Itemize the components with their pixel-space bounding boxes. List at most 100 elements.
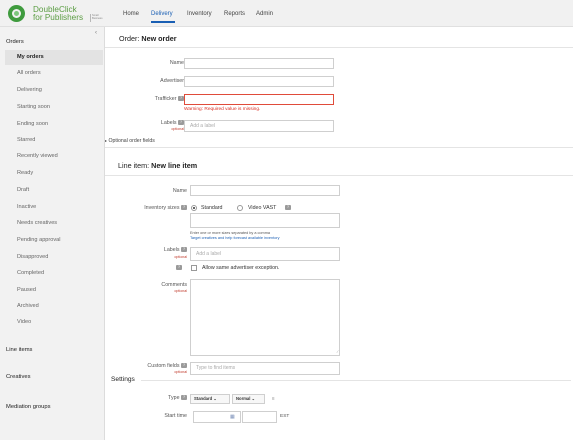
allow-exception-checkbox[interactable] [191, 265, 197, 271]
nav-inventory[interactable]: Inventory [187, 11, 212, 17]
line-item-labels-optional: optional [174, 255, 187, 259]
sidebar-item-starred[interactable]: Starred [5, 133, 103, 148]
sidebar-section-creatives[interactable]: Creatives [6, 374, 30, 380]
comments-textarea[interactable]: ∕ [190, 279, 340, 356]
type-select[interactable]: Standard ⌄ [190, 394, 230, 404]
nav-admin[interactable]: Admin [256, 11, 273, 17]
order-title-name: New order [141, 34, 177, 43]
line-item-title: Line item: New line item [118, 161, 197, 170]
settings-divider [141, 380, 571, 381]
order-labels-label: Labels ? [161, 120, 184, 126]
help-icon[interactable]: ? [181, 205, 187, 211]
nav-delivery[interactable]: Delivery [151, 11, 173, 17]
order-title-prefix: Order: [119, 34, 140, 43]
size-type-video-vast-radio[interactable] [237, 205, 243, 211]
chevron-down-icon: ⌄ [251, 396, 256, 401]
nav-reports[interactable]: Reports [224, 11, 245, 17]
advertiser-input[interactable] [184, 76, 334, 87]
order-labels-placeholder: Add a label [190, 123, 216, 129]
sidebar: ‹ Orders My orders All orders Delivering… [0, 27, 105, 440]
logo-tagline: Small Business [92, 14, 103, 20]
optional-order-fields-toggle[interactable]: ▸ Optional order fields [105, 138, 155, 144]
start-date-input[interactable]: ▦ [193, 411, 241, 423]
trafficker-warning: Warning: Required value is missing. [184, 107, 261, 112]
chevron-down-icon: ⌄ [213, 396, 217, 401]
sidebar-item-video[interactable]: Video [5, 315, 103, 330]
help-icon[interactable]: ? [181, 247, 187, 253]
settings-title: Settings [111, 376, 135, 383]
advertiser-label: Advertiser [160, 78, 184, 84]
custom-fields-optional: optional [174, 370, 187, 374]
sidebar-item-pending-approval[interactable]: Pending approval [5, 233, 103, 248]
custom-fields-input[interactable]: Type to find items [190, 362, 340, 375]
sidebar-item-draft[interactable]: Draft [5, 183, 103, 198]
inventory-sizes-label-text: Inventory sizes [144, 205, 180, 211]
line-item-labels-input[interactable]: Add a label [190, 247, 340, 261]
line-item-name-label: Name [172, 188, 187, 194]
sidebar-item-starting-soon[interactable]: Starting soon [5, 100, 103, 115]
size-type-standard-radio[interactable] [191, 205, 197, 211]
caret-right-icon: ▸ [105, 138, 108, 143]
order-title-divider [105, 47, 573, 48]
sidebar-item-archived[interactable]: Archived [5, 299, 103, 314]
size-type-video-vast-label: Video VAST [248, 205, 277, 211]
inventory-sizes-label: Inventory sizes ? [144, 205, 187, 211]
priority-select[interactable]: Normal ⌄ [232, 394, 265, 404]
nav-home[interactable]: Home [123, 11, 139, 17]
resize-handle-icon[interactable]: ∕ [337, 349, 338, 354]
sidebar-item-disapproved[interactable]: Disapproved [5, 250, 103, 265]
chevron-left-icon[interactable]: ‹ [95, 30, 97, 36]
order-section-divider [105, 147, 573, 148]
sidebar-item-all-orders[interactable]: All orders [5, 66, 103, 81]
dfp-logo-icon [8, 5, 25, 22]
custom-fields-label: Custom fields ? [147, 363, 187, 369]
dfp-logo[interactable]: DoubleClick for Publishers Small Busines… [8, 5, 103, 23]
order-labels-optional: optional [171, 127, 184, 131]
trafficker-input[interactable] [184, 94, 334, 105]
sidebar-item-ready[interactable]: Ready [5, 166, 103, 181]
calendar-icon[interactable]: ▦ [230, 413, 235, 422]
main-content: Order: New order Name Advertiser Traffic… [105, 27, 573, 440]
sidebar-item-my-orders[interactable]: My orders [5, 50, 103, 65]
help-icon[interactable]: ? [176, 265, 182, 270]
inventory-sizes-input[interactable] [190, 213, 340, 228]
order-name-input[interactable] [184, 58, 334, 69]
custom-fields-label-text: Custom fields [147, 363, 180, 369]
sizes-hint: Enter one or more sizes separated by a c… [190, 231, 270, 235]
line-item-labels-label: Labels ? [164, 247, 187, 253]
comments-optional: optional [174, 289, 187, 293]
sidebar-section-line-items[interactable]: Line items [6, 347, 32, 353]
allow-exception-label: Allow same advertiser exception. [202, 265, 280, 271]
custom-fields-placeholder: Type to find items [196, 365, 236, 371]
help-icon[interactable]: ? [181, 395, 187, 401]
line-item-title-divider [105, 175, 573, 176]
line-item-labels-placeholder: Add a label [196, 251, 222, 257]
sidebar-item-delivering[interactable]: Delivering [5, 83, 103, 98]
start-time-input[interactable] [242, 411, 277, 423]
sidebar-item-completed[interactable]: Completed [5, 266, 103, 281]
sidebar-item-inactive[interactable]: Inactive [5, 200, 103, 215]
type-label-text: Type [168, 395, 180, 401]
size-type-standard-label: Standard [201, 205, 223, 211]
line-item-title-prefix: Line item: [118, 161, 150, 170]
sidebar-section-mediation-groups[interactable]: Mediation groups [6, 404, 50, 410]
help-icon[interactable]: ? [181, 363, 187, 369]
start-time-label: Start time [164, 413, 187, 419]
type-label: Type ? [168, 395, 187, 401]
priority-select-value: Normal [236, 396, 251, 401]
sidebar-item-paused[interactable]: Paused [5, 283, 103, 298]
help-icon[interactable]: ? [285, 205, 291, 210]
trafficker-label: Trafficker ? [155, 96, 184, 102]
sizes-link[interactable]: Target creatives and help forecast avail… [190, 236, 280, 240]
sidebar-item-recently-viewed[interactable]: Recently viewed [5, 149, 103, 164]
nav-active-indicator [151, 21, 175, 23]
logo-text-line2: for Publishers [33, 13, 84, 22]
order-labels-label-text: Labels [160, 120, 177, 126]
sidebar-item-needs-creatives[interactable]: Needs creatives [5, 216, 103, 231]
line-item-name-input[interactable] [190, 185, 340, 196]
order-labels-input[interactable]: Add a label [184, 120, 334, 132]
sidebar-item-ending-soon[interactable]: Ending soon [5, 117, 103, 132]
sidebar-header-orders[interactable]: Orders [6, 39, 24, 45]
priority-number: 8 [272, 396, 275, 401]
line-item-labels-label-text: Labels [163, 247, 180, 253]
